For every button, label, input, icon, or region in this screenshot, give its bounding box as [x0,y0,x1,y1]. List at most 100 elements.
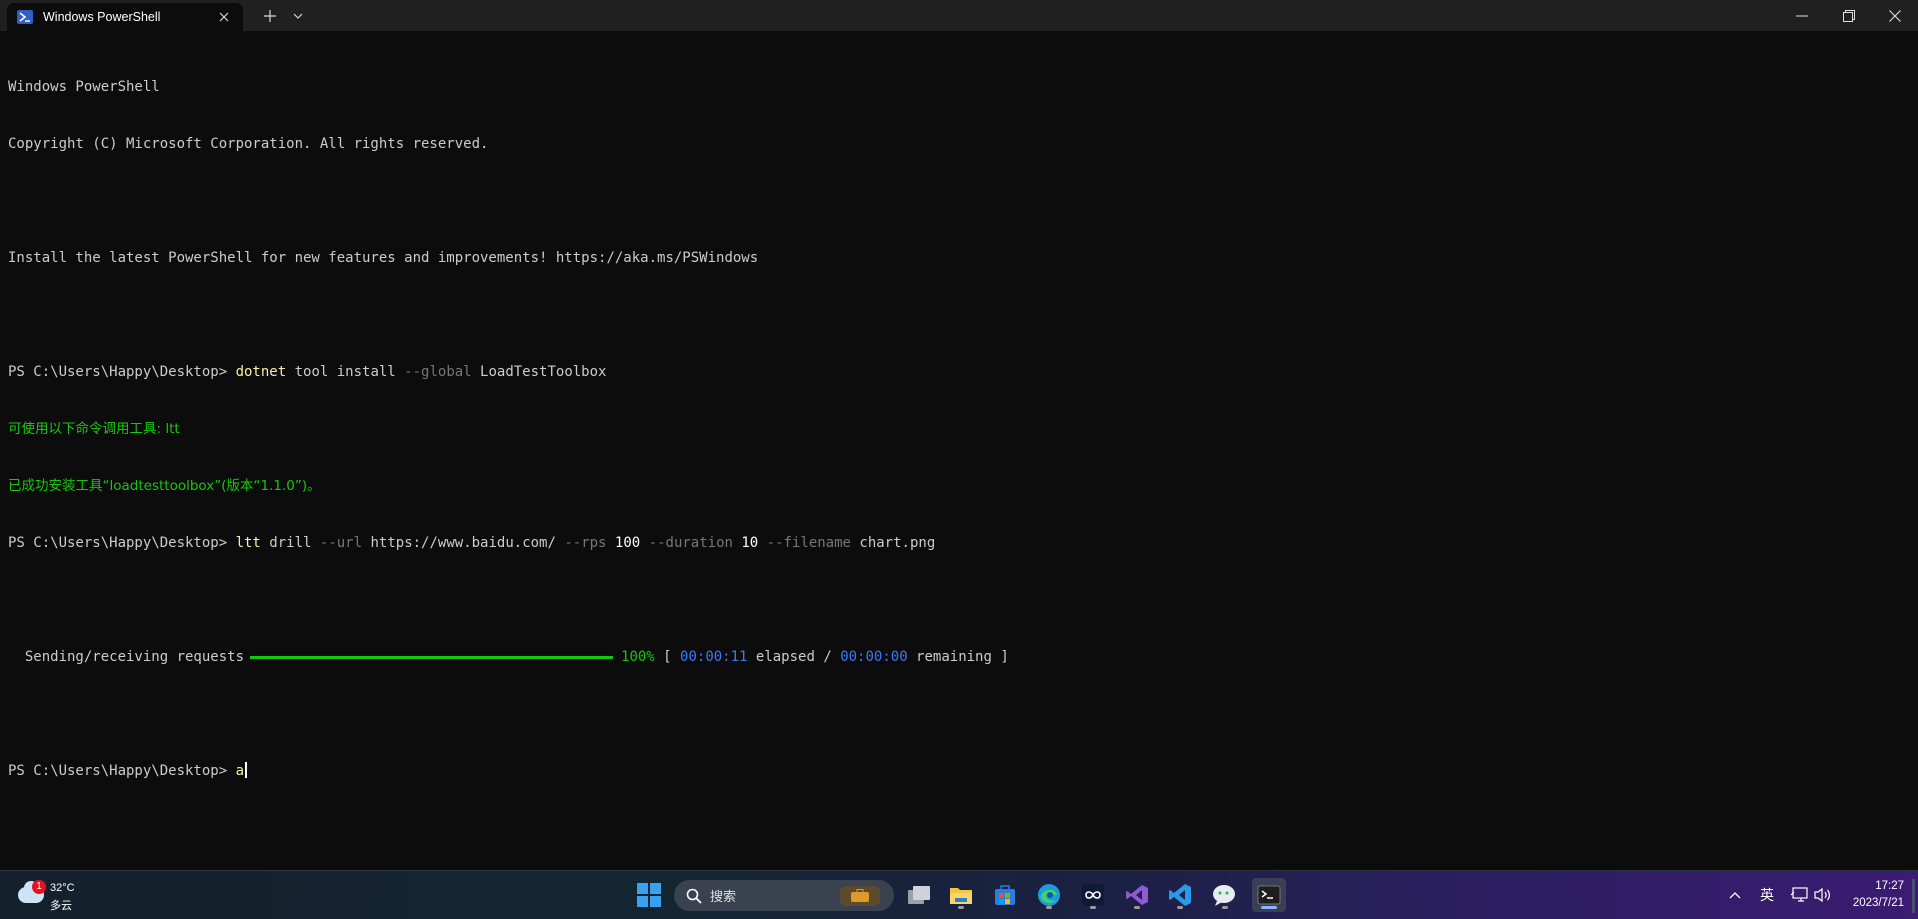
weather-condition: 多云 [50,899,72,912]
running-indicator [1222,906,1228,909]
weather-widget[interactable]: 1 32°C 多云 [16,879,96,913]
close-icon [219,12,229,22]
elapsed-label: elapsed / [747,649,841,665]
edge-icon [1038,884,1060,906]
active-indicator [1261,906,1277,909]
elapsed-time: 00:00:11 [680,649,748,665]
ime-indicator[interactable]: 英 [1756,871,1778,919]
powershell-icon [17,10,33,24]
running-indicator [958,906,964,909]
taskbar-file-explorer[interactable] [944,878,978,912]
minimize-icon [1796,15,1808,16]
tab-close-button[interactable] [213,9,235,25]
running-indicator [1134,906,1140,909]
taskbar-vscode[interactable] [1163,878,1197,912]
search-placeholder: 搜索 [710,890,737,905]
restore-button[interactable] [1826,0,1872,31]
terminal-icon [1257,885,1281,905]
title-bar: Windows PowerShell [0,0,1918,31]
briefcase-icon [840,886,880,906]
progress-line: Sending/receiving requests 100% [ 00:00:1… [8,648,1908,667]
command-args: tool install [286,364,405,380]
tray-overflow-button[interactable] [1724,871,1746,919]
tab-dropdown-button[interactable] [286,0,310,31]
command-flag: --url [319,535,363,551]
prompt: PS C:\Users\Happy\Desktop> [8,535,236,551]
terminal-output[interactable]: Windows PowerShell Copyright (C) Microso… [8,40,1908,779]
copyright-line: Copyright (C) Microsoft Corporation. All… [8,136,489,152]
command-value: LoadTestToolbox [471,364,607,380]
plus-icon [264,9,276,22]
running-indicator [1046,906,1052,909]
chat-icon [1213,885,1235,906]
command-line-install: PS C:\Users\Happy\Desktop> dotnet tool i… [8,363,1908,382]
volume-icon[interactable] [1812,871,1834,919]
running-indicator [1177,906,1183,909]
folder-icon [950,888,972,904]
command-flag: --duration [648,535,733,551]
remaining-time: 00:00:00 [840,649,908,665]
progress-percent: 100% [621,649,655,665]
output-line: 已成功安装工具“loadtesttoolbox”(版本“1.1.0”)。 [8,478,321,494]
taskbar-search[interactable]: 搜索 [674,880,894,911]
infinity-app-icon [1082,884,1104,906]
prompt: PS C:\Users\Happy\Desktop> [8,364,236,380]
output-line: 可使用以下命令调用工具: ltt [8,421,180,437]
start-button[interactable] [632,878,666,912]
taskbar-terminal[interactable] [1252,878,1286,912]
task-view-button[interactable] [902,878,936,912]
command-flag: --rps [564,535,607,551]
new-tab-button[interactable] [256,0,284,31]
minimize-button[interactable] [1780,0,1824,31]
prompt: PS C:\Users\Happy\Desktop> [8,763,236,779]
taskbar-app-infinity[interactable] [1076,878,1110,912]
command-flag: --filename [766,535,851,551]
chevron-up-icon [1729,892,1741,899]
window-close-button[interactable] [1872,0,1918,31]
running-indicator [1090,906,1096,909]
current-input[interactable]: a [236,763,244,779]
text-cursor [245,762,248,778]
taskbar-edge[interactable] [1032,878,1066,912]
restore-icon [1843,9,1855,22]
weather-temperature: 32°C [50,882,75,894]
chevron-down-icon [293,13,303,19]
system-clock[interactable]: 17:27 2023/7/21 [1842,878,1904,912]
windows-logo-icon [637,883,661,907]
visual-studio-icon [1126,885,1148,905]
progress-label: Sending/receiving requests [8,649,245,665]
command-value: 10 [732,535,767,551]
command-value: chart.png [850,535,936,551]
tab-windows-powershell[interactable]: Windows PowerShell [7,3,243,31]
command-flag: --global [404,364,472,380]
banner-line: Windows PowerShell [8,79,160,95]
install-hint-line: Install the latest PowerShell for new fe… [8,250,759,266]
search-icon [686,888,702,904]
command-line-ltt: PS C:\Users\Happy\Desktop> ltt drill --u… [8,534,1908,553]
tab-title: Windows PowerShell [43,10,161,24]
bracket-open: [ [654,649,681,665]
remaining-label: remaining ] [907,649,1009,665]
command-args: drill [260,535,320,551]
command-value: https://www.baidu.com/ [362,535,565,551]
notification-badge: 1 [32,880,46,894]
show-desktop-button[interactable] [1912,879,1915,913]
command-value: 100 [606,535,649,551]
clock-time: 17:27 [1875,880,1904,892]
close-icon [1889,9,1901,22]
taskbar-chat-app[interactable] [1208,878,1242,912]
taskbar-microsoft-store[interactable] [988,878,1022,912]
task-view-icon [908,886,930,904]
progress-bar [250,655,614,659]
command-program: ltt [235,535,261,551]
command-program: dotnet [235,364,287,380]
taskbar-visual-studio[interactable] [1120,878,1154,912]
vscode-icon [1169,884,1191,906]
taskbar: 1 32°C 多云 搜索 英 17:27 2023/7/21 [0,870,1918,919]
store-icon [995,885,1015,905]
network-icon[interactable] [1788,871,1810,919]
current-prompt-line[interactable]: PS C:\Users\Happy\Desktop> a [8,762,1908,781]
